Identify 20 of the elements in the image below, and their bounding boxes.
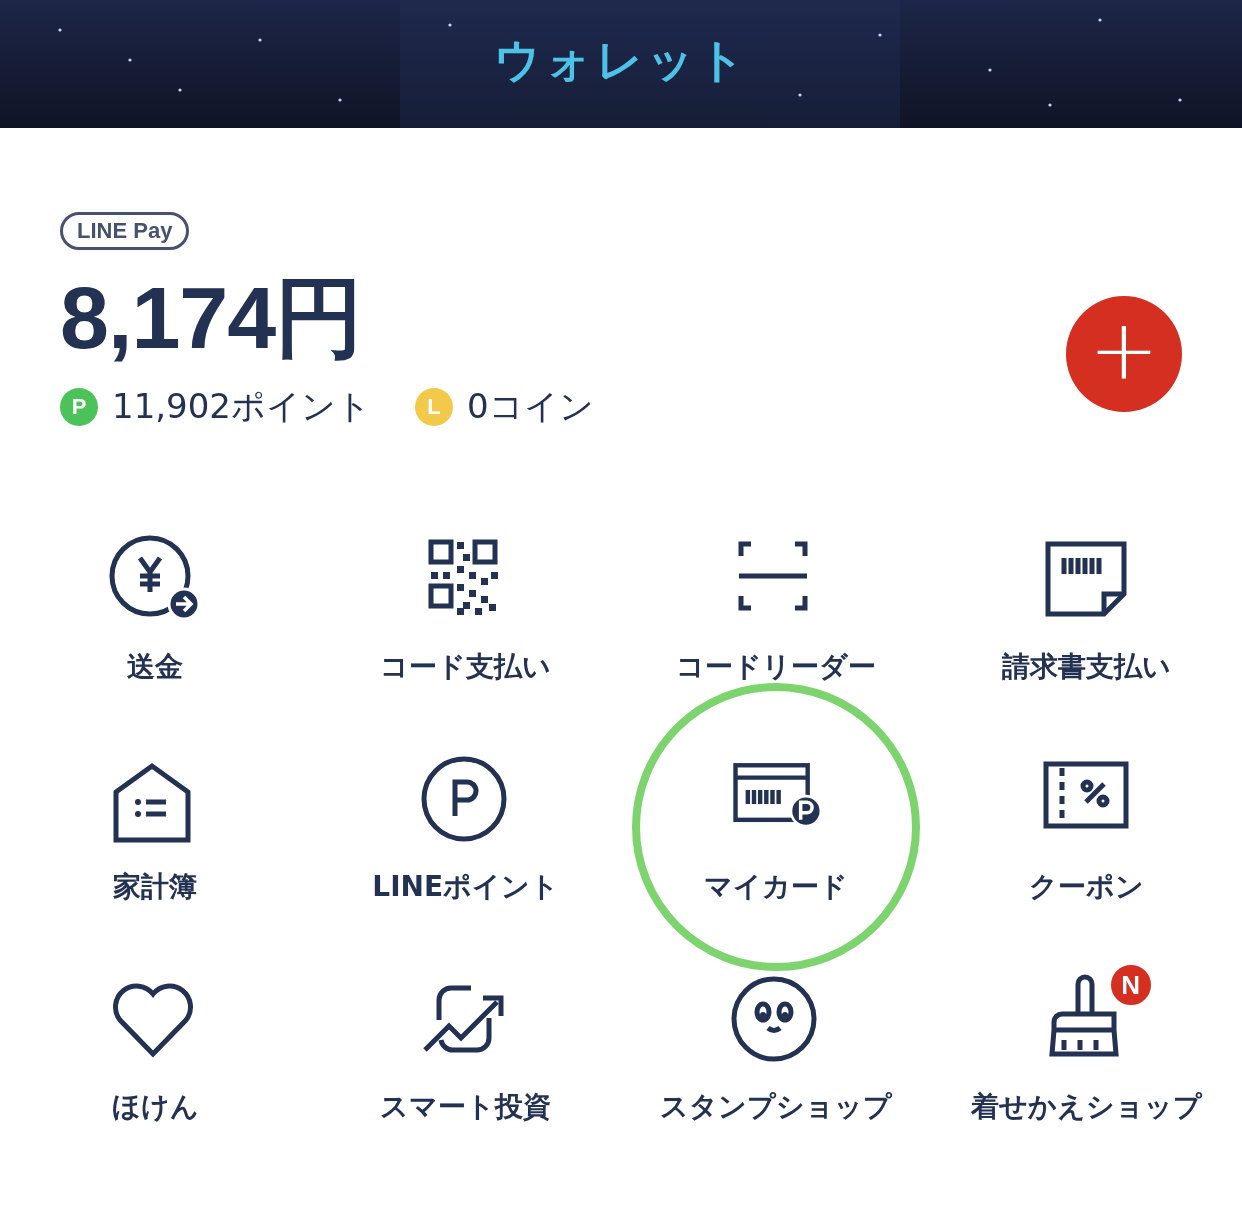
- menu-item-label[interactable]: LINEポイント: [372, 870, 560, 904]
- menu-item-label[interactable]: クーポン: [1029, 870, 1145, 904]
- menu-item-label[interactable]: 請求書支払い: [1002, 650, 1172, 684]
- menu-item-label[interactable]: ほけん: [111, 1090, 199, 1124]
- coin-balance: 0コイン: [466, 385, 594, 428]
- menu-item-label[interactable]: スマート投資: [380, 1090, 552, 1124]
- point-balance: 11,902ポイント: [112, 385, 371, 428]
- service-badge: LINE Pay: [60, 212, 190, 250]
- menu-item-label[interactable]: マイカード: [704, 870, 849, 904]
- balance-amount: 8,174円: [60, 274, 364, 362]
- menu-item-label[interactable]: 送金: [127, 650, 184, 684]
- add-button[interactable]: +: [1066, 296, 1182, 412]
- menu-item-label[interactable]: スタンプショップ: [660, 1090, 893, 1124]
- menu-item-label[interactable]: コードリーダー: [676, 650, 877, 684]
- menu-item-label[interactable]: 家計簿: [113, 870, 198, 904]
- coin-icon: L: [414, 388, 453, 426]
- menu-item-label[interactable]: コード支払い: [380, 650, 552, 684]
- page-title: ウォレット: [493, 32, 749, 89]
- point-icon: P: [60, 388, 98, 426]
- menu-item-label[interactable]: 着せかえショップ: [971, 1090, 1203, 1124]
